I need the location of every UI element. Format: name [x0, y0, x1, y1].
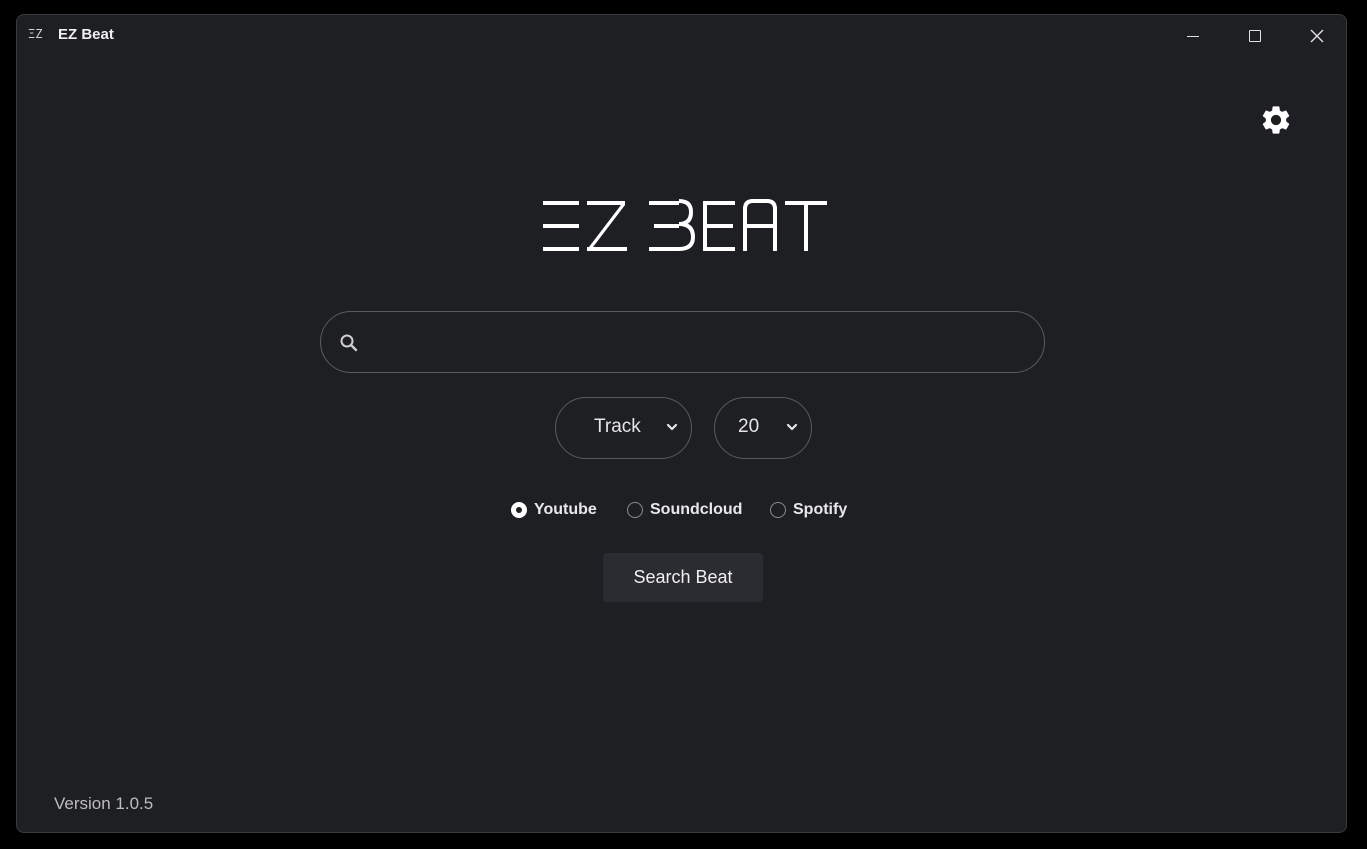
source-label-youtube: Youtube — [534, 501, 597, 518]
count-select[interactable]: 20 — [714, 397, 812, 459]
search-field[interactable] — [320, 311, 1045, 373]
source-label-soundcloud: Soundcloud — [650, 501, 743, 518]
search-input[interactable] — [373, 322, 1027, 364]
ez-beat-logo — [543, 199, 827, 251]
close-button[interactable] — [1287, 15, 1346, 57]
search-beat-button[interactable]: Search Beat — [603, 553, 763, 602]
gear-icon — [1262, 106, 1290, 134]
source-radio-soundcloud[interactable]: Soundcloud — [627, 499, 742, 521]
radio-unchecked-icon — [770, 502, 786, 518]
radio-checked-icon — [511, 502, 527, 518]
version-label: Version 1.0.5 — [54, 794, 154, 813]
close-icon — [1310, 29, 1324, 43]
title-bar[interactable]: ΞZ EZ Beat — [17, 15, 1346, 57]
type-select[interactable]: Track — [555, 397, 692, 459]
maximize-button[interactable] — [1225, 15, 1285, 57]
minimize-button[interactable] — [1163, 15, 1223, 57]
chevron-down-icon — [786, 423, 798, 431]
source-label-spotify: Spotify — [793, 501, 848, 518]
radio-unchecked-icon — [627, 502, 643, 518]
chevron-down-icon — [666, 423, 678, 431]
source-radio-youtube[interactable]: Youtube — [511, 499, 597, 521]
search-icon — [340, 334, 358, 352]
count-select-value: 20 — [738, 416, 760, 437]
type-select-value: Track — [594, 416, 641, 437]
maximize-icon — [1249, 30, 1261, 42]
source-radio-spotify[interactable]: Spotify — [770, 499, 847, 521]
settings-button[interactable] — [1257, 101, 1295, 139]
window-title: EZ Beat — [58, 26, 114, 43]
app-logo-icon: ΞZ — [28, 27, 43, 41]
app-window: ΞZ EZ Beat Track 20 Youtube Soundcloud S… — [16, 14, 1347, 833]
minimize-icon — [1187, 35, 1199, 37]
